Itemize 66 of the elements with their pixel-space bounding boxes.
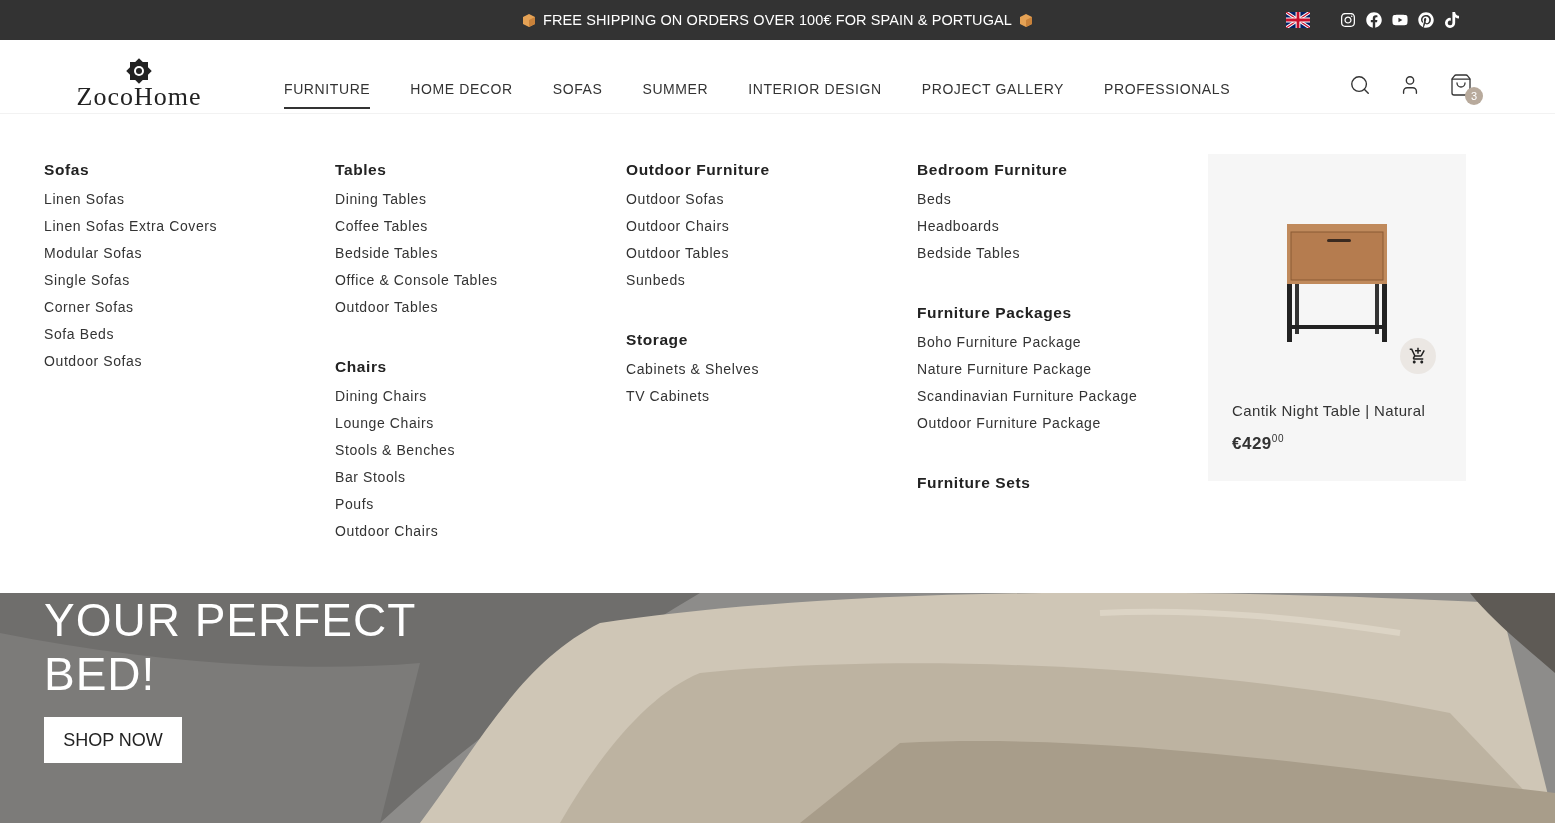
menu-link[interactable]: Outdoor Furniture Package [917,415,1138,432]
menu-link[interactable]: Linen Sofas Extra Covers [44,218,218,235]
menu-link[interactable]: Bedside Tables [917,245,1068,262]
menu-link[interactable]: Single Sofas [44,272,218,289]
menu-link[interactable]: Stools & Benches [335,442,456,459]
menu-link[interactable]: Outdoor Chairs [335,523,456,540]
nav-link[interactable]: SOFAS [552,72,603,109]
box-icon [1020,13,1032,27]
nav-link[interactable]: PROJECT GALLERY [921,72,1065,109]
cart-plus-icon[interactable] [1409,347,1427,365]
menu-heading[interactable]: Sofas [44,161,218,179]
nav-link[interactable]: HOME DECOR [410,72,513,109]
hero-title: YOUR PERFECT BED! [44,593,417,701]
menu-link[interactable]: Sunbeds [626,272,770,289]
add-to-cart-button[interactable] [1400,338,1436,374]
tiktok-icon[interactable] [1444,12,1460,28]
menu-link[interactable]: Headboards [917,218,1068,235]
menu-link[interactable]: Scandinavian Furniture Package [917,388,1138,405]
pinterest-icon[interactable] [1418,12,1434,28]
menu-link[interactable]: Outdoor Chairs [626,218,770,235]
menu-heading[interactable]: Outdoor Furniture [626,161,770,179]
nav-link[interactable]: PROFESSIONALS [1104,72,1231,109]
product-name[interactable]: Cantik Night Table | Natural [1232,402,1442,419]
cart-count-badge: 3 [1465,86,1483,105]
menu-link[interactable]: Linen Sofas [44,191,218,208]
menu-link[interactable]: Dining Chairs [335,388,456,405]
menu-link[interactable]: Cabinets & Shelves [626,361,759,378]
menu-link[interactable]: Bar Stools [335,469,456,486]
menu-link[interactable]: Modular Sofas [44,245,218,262]
menu-link[interactable]: Outdoor Tables [626,245,770,262]
instagram-icon[interactable] [1340,12,1356,28]
logo[interactable]: ZocoHome [76,83,202,110]
menu-link[interactable]: Sofa Beds [44,326,218,343]
menu-link[interactable]: TV Cabinets [626,388,759,405]
bag-icon[interactable] [1449,72,1473,97]
facebook-icon[interactable] [1366,12,1382,28]
menu-heading[interactable]: Furniture Packages [917,304,1138,322]
flag-icon[interactable] [1286,12,1310,28]
menu-link[interactable]: Outdoor Sofas [44,353,218,370]
nav-link[interactable]: SUMMER [642,72,709,109]
menu-link[interactable]: Outdoor Tables [335,299,498,316]
menu-link[interactable]: Beds [917,191,1068,208]
nav-link[interactable]: FURNITURE [284,72,371,109]
menu-heading[interactable]: Furniture Sets [917,474,1031,492]
announcement-text: FREE SHIPPING ON ORDERS OVER 100€ FOR SPAIN & PORTUGAL [543,12,1012,28]
menu-link[interactable]: Lounge Chairs [335,415,456,432]
menu-link[interactable]: Office & Console Tables [335,272,498,289]
menu-heading[interactable]: Bedroom Furniture [917,161,1068,179]
nav-link[interactable]: INTERIOR DESIGN [748,72,882,109]
menu-link[interactable]: Corner Sofas [44,299,218,316]
shop-now-button[interactable]: SHOP NOW [44,717,182,763]
menu-heading[interactable]: Tables [335,161,498,179]
menu-heading[interactable]: Chairs [335,358,456,376]
youtube-icon[interactable] [1392,12,1408,28]
menu-link[interactable]: Outdoor Sofas [626,191,770,208]
menu-link[interactable]: Coffee Tables [335,218,498,235]
menu-heading[interactable]: Storage [626,331,759,349]
menu-link[interactable]: Bedside Tables [335,245,498,262]
product-card[interactable]: Cantik Night Table | Natural €429$^{00}$ [1208,154,1466,481]
product-price: €429$^{00}$ [1232,433,1285,454]
menu-link[interactable]: Boho Furniture Package [917,334,1138,351]
menu-link[interactable]: Nature Furniture Package [917,361,1138,378]
box-icon [523,13,535,27]
search-icon[interactable] [1349,73,1371,96]
menu-link[interactable]: Dining Tables [335,191,498,208]
menu-link[interactable]: Poufs [335,496,456,513]
